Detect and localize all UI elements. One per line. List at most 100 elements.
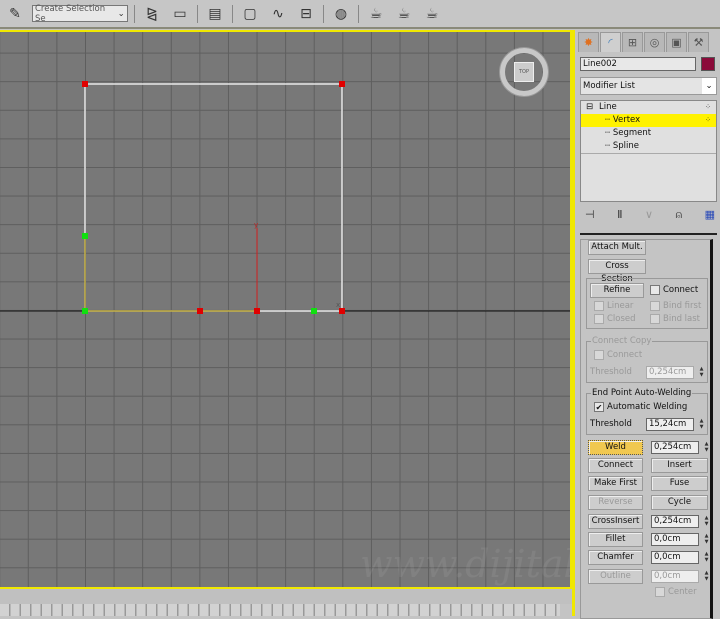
- configure-modifier-sets-icon[interactable]: ▦: [705, 208, 715, 222]
- checkbox-box[interactable]: [650, 314, 660, 324]
- center-checkbox[interactable]: Center: [655, 587, 697, 597]
- vertex-selected[interactable]: [82, 233, 88, 239]
- spinner-arrows-icon[interactable]: ▲ ▼: [697, 418, 706, 431]
- vertex-selected[interactable]: [82, 308, 88, 314]
- layer-manager-icon[interactable]: ▤: [204, 4, 226, 24]
- checkbox-label: Linear: [607, 301, 634, 311]
- crossinsert-button[interactable]: CrossInsert: [588, 514, 643, 529]
- refine-button[interactable]: Refine: [590, 283, 644, 298]
- checkbox-box[interactable]: [655, 587, 665, 597]
- tab-hierarchy[interactable]: ⊞: [622, 32, 643, 52]
- copy-threshold-field[interactable]: 0,254cm: [646, 366, 694, 379]
- cross-section-button[interactable]: Cross Section: [588, 259, 646, 284]
- object-name-field[interactable]: Line002: [580, 57, 696, 71]
- fillet-button[interactable]: Fillet: [588, 532, 643, 547]
- tab-create[interactable]: ✸: [578, 32, 599, 52]
- vertex[interactable]: [339, 81, 345, 87]
- material-editor-icon[interactable]: ◍: [330, 4, 352, 24]
- auto-welding-group: End Point Auto-Welding ✔ Automatic Weldin…: [586, 388, 708, 435]
- fillet-value-field[interactable]: 0,0cm: [651, 533, 699, 546]
- linear-checkbox[interactable]: Linear: [594, 301, 633, 311]
- chamfer-button[interactable]: Chamfer: [588, 550, 643, 565]
- edit-named-selection-icon[interactable]: ✎: [4, 4, 26, 24]
- pin-stack-icon[interactable]: ⊣: [585, 208, 595, 222]
- top-viewport[interactable]: y x TOP www.dijitalde: [0, 30, 572, 589]
- spinner-arrows-icon[interactable]: ▲ ▼: [702, 515, 711, 528]
- checkbox-box[interactable]: [650, 285, 660, 295]
- watermark: www.dijitalde: [360, 542, 570, 586]
- checkbox-box[interactable]: ✔: [594, 402, 604, 412]
- copy-connect-checkbox[interactable]: Connect: [594, 350, 642, 360]
- stack-item-label: Segment: [612, 128, 652, 138]
- weld-threshold-field[interactable]: 15,24cm: [646, 418, 694, 431]
- tab-utilities[interactable]: ⚒: [688, 32, 709, 52]
- tab-display[interactable]: ▣: [666, 32, 687, 52]
- outline-value-field[interactable]: 0,0cm: [651, 570, 699, 583]
- tab-modify[interactable]: ◜: [600, 32, 621, 52]
- spinner-arrows-icon[interactable]: ▲ ▼: [702, 533, 711, 546]
- stack-item-label: Line: [599, 102, 617, 112]
- render-icon[interactable]: ☕: [421, 4, 443, 24]
- make-unique-icon[interactable]: ∨: [645, 208, 653, 222]
- spinner-arrows-icon[interactable]: ▲ ▼: [702, 441, 711, 454]
- weld-button[interactable]: Weld: [588, 440, 643, 455]
- object-color-swatch[interactable]: [701, 57, 715, 71]
- create-icon: ✸: [583, 36, 594, 49]
- render-setup-icon[interactable]: ☕: [365, 4, 387, 24]
- checkbox-box[interactable]: [594, 301, 604, 311]
- selection-set-dropdown[interactable]: Create Selection Se ⌄: [32, 3, 128, 24]
- outline-button[interactable]: Outline: [588, 569, 643, 584]
- stack-item-segment[interactable]: ┈ Segment: [581, 127, 716, 140]
- schematic-view-icon[interactable]: ⊟: [295, 4, 317, 24]
- spinner-arrows-icon[interactable]: ▲ ▼: [702, 551, 711, 564]
- automatic-welding-checkbox[interactable]: ✔ Automatic Welding: [594, 402, 687, 412]
- curve-editor-icon[interactable]: ∿: [267, 4, 289, 24]
- remove-modifier-icon[interactable]: ⍝: [675, 208, 682, 222]
- checkbox-box[interactable]: [650, 301, 660, 311]
- command-panel-tabs: ✸ ◜ ⊞ ◎ ▣ ⚒: [575, 30, 720, 52]
- spinner-arrows-icon[interactable]: ▲ ▼: [697, 366, 706, 379]
- render-frame-icon[interactable]: ☕: [393, 4, 415, 24]
- cycle-button[interactable]: Cycle: [651, 495, 708, 510]
- scene-explorer-icon[interactable]: ▢: [239, 4, 261, 24]
- viewcube[interactable]: TOP: [500, 48, 548, 96]
- chamfer-value-field[interactable]: 0,0cm: [651, 551, 699, 564]
- make-first-button[interactable]: Make First: [588, 476, 643, 491]
- modifier-list-dropdown[interactable]: Modifier List ⌄: [580, 77, 717, 95]
- checkbox-box[interactable]: [594, 350, 604, 360]
- display-icon: ▣: [671, 36, 682, 49]
- collapse-icon[interactable]: ⊟: [586, 101, 593, 114]
- threshold-label: Threshold: [590, 419, 632, 429]
- connect-checkbox[interactable]: Connect: [650, 285, 698, 295]
- crossinsert-value-field[interactable]: 0,254cm: [651, 515, 699, 528]
- timeline-ruler[interactable]: [0, 604, 560, 616]
- weld-value-field[interactable]: 0,254cm: [651, 441, 699, 454]
- mirror-icon[interactable]: ⧎: [141, 4, 163, 24]
- vertex[interactable]: [254, 308, 260, 314]
- spinner-arrows-icon[interactable]: ▲ ▼: [702, 570, 711, 583]
- vertex[interactable]: [82, 81, 88, 87]
- gizmo-y-label: y: [254, 221, 258, 229]
- viewcube-top-face[interactable]: TOP: [514, 62, 534, 82]
- hammer-icon: ⚒: [693, 36, 704, 49]
- selection-set-text: Create Selection Se: [35, 3, 106, 24]
- stack-item-vertex[interactable]: ┈ Vertex ⁘: [581, 114, 716, 127]
- fuse-button[interactable]: Fuse: [651, 476, 708, 491]
- connect-button[interactable]: Connect: [588, 458, 643, 473]
- align-icon[interactable]: ▭: [169, 4, 191, 24]
- tab-motion[interactable]: ◎: [644, 32, 665, 52]
- reverse-button[interactable]: Reverse: [588, 495, 643, 510]
- vertex[interactable]: [197, 308, 203, 314]
- vertex[interactable]: [339, 308, 345, 314]
- stack-item-spline[interactable]: ┈ Spline: [581, 140, 716, 153]
- attach-mult-button[interactable]: Attach Mult.: [588, 240, 646, 255]
- stack-item-line[interactable]: ⊟ Line ⁘: [581, 101, 716, 114]
- geometry-rollout: Attach Mult. Cross Section Refine Connec…: [580, 239, 713, 619]
- closed-checkbox[interactable]: Closed: [594, 314, 636, 324]
- bind-last-checkbox[interactable]: Bind last: [650, 314, 700, 324]
- vertex-selected[interactable]: [311, 308, 317, 314]
- show-end-result-icon[interactable]: Ⅱ: [617, 208, 622, 222]
- checkbox-box[interactable]: [594, 314, 604, 324]
- bind-first-checkbox[interactable]: Bind first: [650, 301, 701, 311]
- insert-button[interactable]: Insert: [651, 458, 708, 473]
